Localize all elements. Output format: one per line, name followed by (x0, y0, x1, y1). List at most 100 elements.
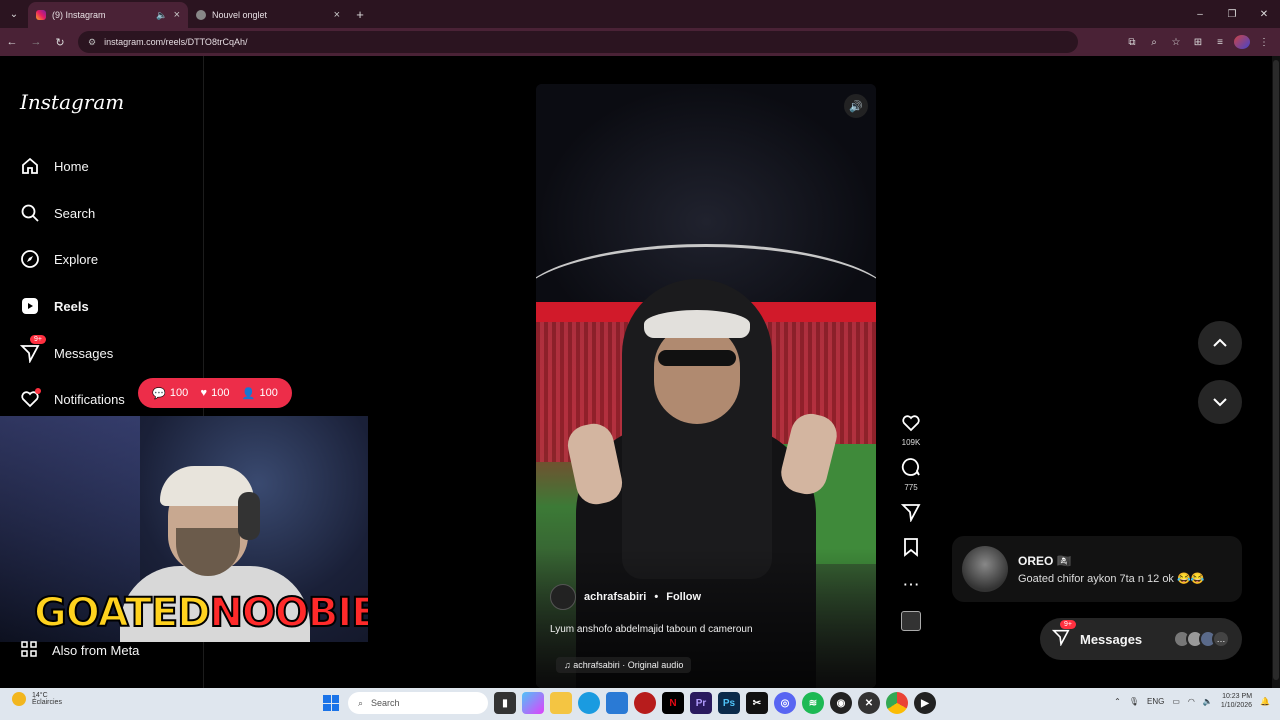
netflix-icon[interactable]: N (662, 692, 684, 714)
sidebar-item-also-from-meta[interactable]: Also from Meta (20, 640, 139, 661)
weather-widget[interactable]: 14°C Éclaircies (12, 692, 62, 706)
taskbar-search[interactable]: ⌕ Search (348, 692, 488, 714)
sidebar-item-search[interactable]: Search (20, 203, 95, 223)
extensions-icon[interactable]: ⊞ (1190, 37, 1206, 48)
instagram-logo[interactable]: Instagram (20, 90, 124, 114)
author-username[interactable]: achrafsabiri (584, 591, 646, 603)
tab-instagram[interactable]: (9) Instagram 🔈 × (28, 2, 188, 28)
chrome-icon[interactable] (886, 692, 908, 714)
chevron-up-icon (1212, 335, 1228, 352)
chrome-favicon-icon (196, 10, 206, 20)
microphone-icon[interactable]: 🎙 (1129, 697, 1139, 706)
messages-button[interactable]: 9+ Messages … (1040, 618, 1242, 660)
volume-icon[interactable]: 🔈 (1203, 697, 1213, 706)
media-control-icon[interactable]: ≡ (1212, 37, 1228, 48)
reload-button[interactable]: ↻ (48, 36, 72, 49)
clock-time: 10:23 PM (1222, 693, 1253, 700)
like-action[interactable]: 109K (901, 414, 921, 447)
tab-search-icon[interactable]: ⌄ (0, 0, 28, 28)
monitor-icon[interactable]: ▭ (1172, 697, 1180, 706)
address-bar-row: ← → ↻ ⚙ instagram.com/reels/DTTO8trCqAh/… (0, 28, 1280, 56)
discord-icon[interactable]: ◎ (774, 692, 796, 714)
copilot-icon[interactable] (522, 692, 544, 714)
tab-close-icon[interactable]: × (174, 9, 180, 21)
stream-stats-pill: 💬 100 ♥ 100 👤 100 (138, 378, 292, 408)
file-explorer-icon[interactable] (550, 692, 572, 714)
new-tab-button[interactable]: + (348, 7, 372, 22)
sidebar-item-label: Home (54, 158, 89, 174)
zoom-icon[interactable]: ⌕ (1146, 37, 1162, 48)
spotify-icon[interactable]: ≋ (802, 692, 824, 714)
sidebar-item-notifications[interactable]: Notifications (20, 388, 125, 409)
instagram-favicon-icon (36, 10, 46, 20)
sidebar-item-label: Also from Meta (52, 643, 140, 658)
media-player-icon[interactable]: ▶ (914, 692, 936, 714)
window-controls: – ❐ ✕ (1184, 0, 1280, 28)
bookmark-star-icon[interactable]: ☆ (1168, 37, 1184, 48)
install-icon[interactable]: ⧉ (1124, 37, 1140, 48)
next-reel-button[interactable] (1198, 380, 1242, 424)
messages-label: Messages (1080, 631, 1143, 647)
store-icon[interactable] (606, 692, 628, 714)
audio-thumbnail[interactable] (901, 611, 921, 631)
comment-count: 775 (904, 483, 918, 492)
premiere-icon[interactable]: Pr (690, 692, 712, 714)
share-action[interactable] (900, 502, 921, 525)
davinci-icon[interactable] (634, 692, 656, 714)
follow-button[interactable]: Follow (666, 591, 701, 603)
minimize-button[interactable]: – (1184, 0, 1216, 28)
obs-icon[interactable]: ◉ (830, 692, 852, 714)
url-field[interactable]: ⚙ instagram.com/reels/DTTO8trCqAh/ (78, 31, 1078, 53)
profile-avatar[interactable] (1234, 35, 1250, 49)
photoshop-icon[interactable]: Ps (718, 692, 740, 714)
back-button[interactable]: ← (0, 36, 24, 48)
task-view-icon[interactable]: ▮ (494, 692, 516, 714)
tab-close-icon[interactable]: × (334, 9, 340, 21)
windows-start-icon[interactable] (320, 692, 342, 714)
capcut-icon[interactable]: ✂ (746, 692, 768, 714)
xbox-icon[interactable]: ✕ (858, 692, 880, 714)
language-indicator[interactable]: ENG (1147, 697, 1164, 706)
save-action[interactable] (902, 537, 920, 560)
comment-action[interactable]: 775 (901, 457, 921, 492)
toolbar-icons: ⧉ ⌕ ☆ ⊞ ≡ ⋮ (1124, 28, 1272, 56)
tab-audio-icon[interactable]: 🔈 (156, 10, 167, 21)
tab-new-tab[interactable]: Nouvel onglet × (188, 2, 348, 28)
reel-audio[interactable]: ♫ achrafsabiri · Original audio (556, 657, 692, 673)
edge-icon[interactable] (578, 692, 600, 714)
restore-button[interactable]: ❐ (1216, 0, 1248, 28)
notification-bell-icon[interactable]: 🔔 (1260, 697, 1270, 706)
message-preview-card[interactable]: OREO 🏴‍☠️ Goated chifor aykon 7ta n 12 o… (952, 536, 1242, 602)
message-snippet: Goated chifor aykon 7ta n 12 ok 😂😂 (1018, 572, 1205, 585)
sidebar-item-home[interactable]: Home (20, 156, 89, 176)
weather-sun-icon (12, 692, 26, 706)
author-avatar[interactable] (550, 584, 576, 610)
sidebar-item-label: Search (54, 205, 96, 221)
brand-left: GOATED (33, 589, 211, 637)
scrollbar-thumb[interactable] (1273, 60, 1279, 680)
sidebar-item-messages[interactable]: 9+ Messages (20, 335, 113, 363)
heart-icon (20, 388, 41, 409)
previous-reel-button[interactable] (1198, 321, 1242, 365)
sound-toggle-icon[interactable]: 🔊 (844, 94, 868, 118)
share-icon (900, 502, 921, 525)
page-scrollbar[interactable] (1272, 56, 1280, 688)
close-window-button[interactable]: ✕ (1248, 0, 1280, 28)
sidebar-item-reels[interactable]: Reels (20, 296, 89, 316)
likes-stat: ♥ 100 (201, 387, 230, 399)
more-action[interactable]: ⋯ (903, 576, 920, 593)
forward-button[interactable]: → (24, 36, 48, 48)
chevron-up-icon[interactable]: ⌃ (1114, 697, 1121, 706)
wifi-icon[interactable]: ◠ (1188, 697, 1195, 706)
tab-title: Nouvel onglet (212, 10, 268, 20)
separator-dot: • (654, 591, 659, 603)
messenger-icon: 9+ (20, 335, 46, 363)
site-info-icon[interactable]: ⚙ (88, 37, 96, 48)
clock[interactable]: 10:23 PM 1/10/2026 (1221, 692, 1252, 710)
sidebar-item-explore[interactable]: Explore (20, 249, 98, 269)
menu-kebab-icon[interactable]: ⋮ (1256, 37, 1272, 48)
messages-badge: 9+ (1060, 620, 1076, 629)
sidebar-item-label: Reels (54, 298, 89, 314)
comment-icon (901, 457, 921, 480)
reel-video[interactable]: 🔊 achrafsabiri • Follow Lyum anshofo abd… (536, 84, 876, 688)
